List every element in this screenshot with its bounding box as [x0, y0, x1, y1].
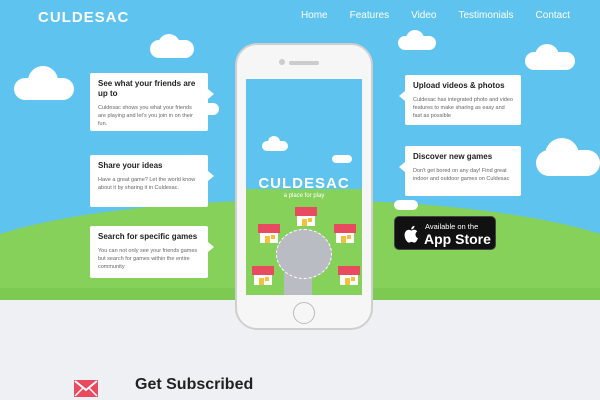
apple-icon: [404, 225, 418, 243]
feature-body: Have a great game? Let the world know ab…: [98, 177, 196, 191]
feature-card-discover: Discover new games Don't get bored on an…: [399, 146, 521, 196]
cloud: [158, 34, 180, 56]
feature-body: You can not only see your friends games …: [98, 248, 198, 270]
feature-body: Don't get bored on any day! Find great i…: [413, 168, 510, 182]
feature-card-upload: Upload videos & photos Culdesac has inte…: [399, 75, 521, 125]
nav-testimonials[interactable]: Testimonials: [459, 10, 514, 21]
mail-icon: [74, 380, 98, 397]
nav-home[interactable]: Home: [301, 10, 328, 21]
house: [334, 224, 356, 244]
cloud: [332, 155, 352, 163]
home-button: [293, 302, 315, 324]
house: [295, 207, 317, 227]
camera-icon: [279, 59, 285, 65]
nav-video[interactable]: Video: [411, 10, 436, 21]
cloud: [394, 200, 418, 210]
nav-features[interactable]: Features: [350, 10, 389, 21]
cloud: [535, 44, 559, 68]
feature-title: Share your ideas: [98, 161, 163, 170]
house: [338, 266, 360, 286]
appstore-small-label: Available on the: [425, 222, 479, 231]
cloud: [28, 66, 58, 96]
feature-body: Culdesac shows you what your friends are…: [98, 105, 193, 127]
feature-card-ideas: Share your ideas Have a great game? Let …: [90, 155, 214, 207]
feature-card-search: Search for specific games You can not on…: [90, 226, 214, 278]
speaker-grille: [289, 61, 319, 65]
cloud: [406, 30, 424, 48]
feature-title: Search for specific games: [98, 232, 198, 241]
feature-title: Upload videos & photos: [413, 81, 505, 90]
app-tagline: a place for play: [283, 193, 325, 199]
cloud: [545, 138, 579, 172]
app-store-badge[interactable]: Available on the App Store: [394, 216, 496, 250]
nav-contact[interactable]: Contact: [536, 10, 570, 21]
culdesac-road: [276, 229, 332, 279]
house: [252, 266, 274, 286]
phone-screen: CULDESAC a place for play: [246, 79, 362, 295]
cloud: [268, 136, 280, 148]
subscribe-heading: Get Subscribed: [135, 376, 254, 393]
feature-title: Discover new games: [413, 152, 493, 161]
logo[interactable]: CULDESAC: [38, 9, 129, 26]
main-nav: Home Features Video Testimonials Contact: [279, 10, 570, 21]
house: [258, 224, 280, 244]
feature-card-friends: See what your friends are up to Culdesac…: [90, 73, 214, 131]
feature-body: Culdesac has integrated photo and video …: [413, 97, 513, 119]
phone-mockup: CULDESAC a place for play: [235, 43, 373, 330]
feature-title: See what your friends are up to: [98, 79, 196, 98]
appstore-big-label: App Store: [424, 231, 491, 247]
app-title: CULDESAC: [258, 175, 350, 192]
